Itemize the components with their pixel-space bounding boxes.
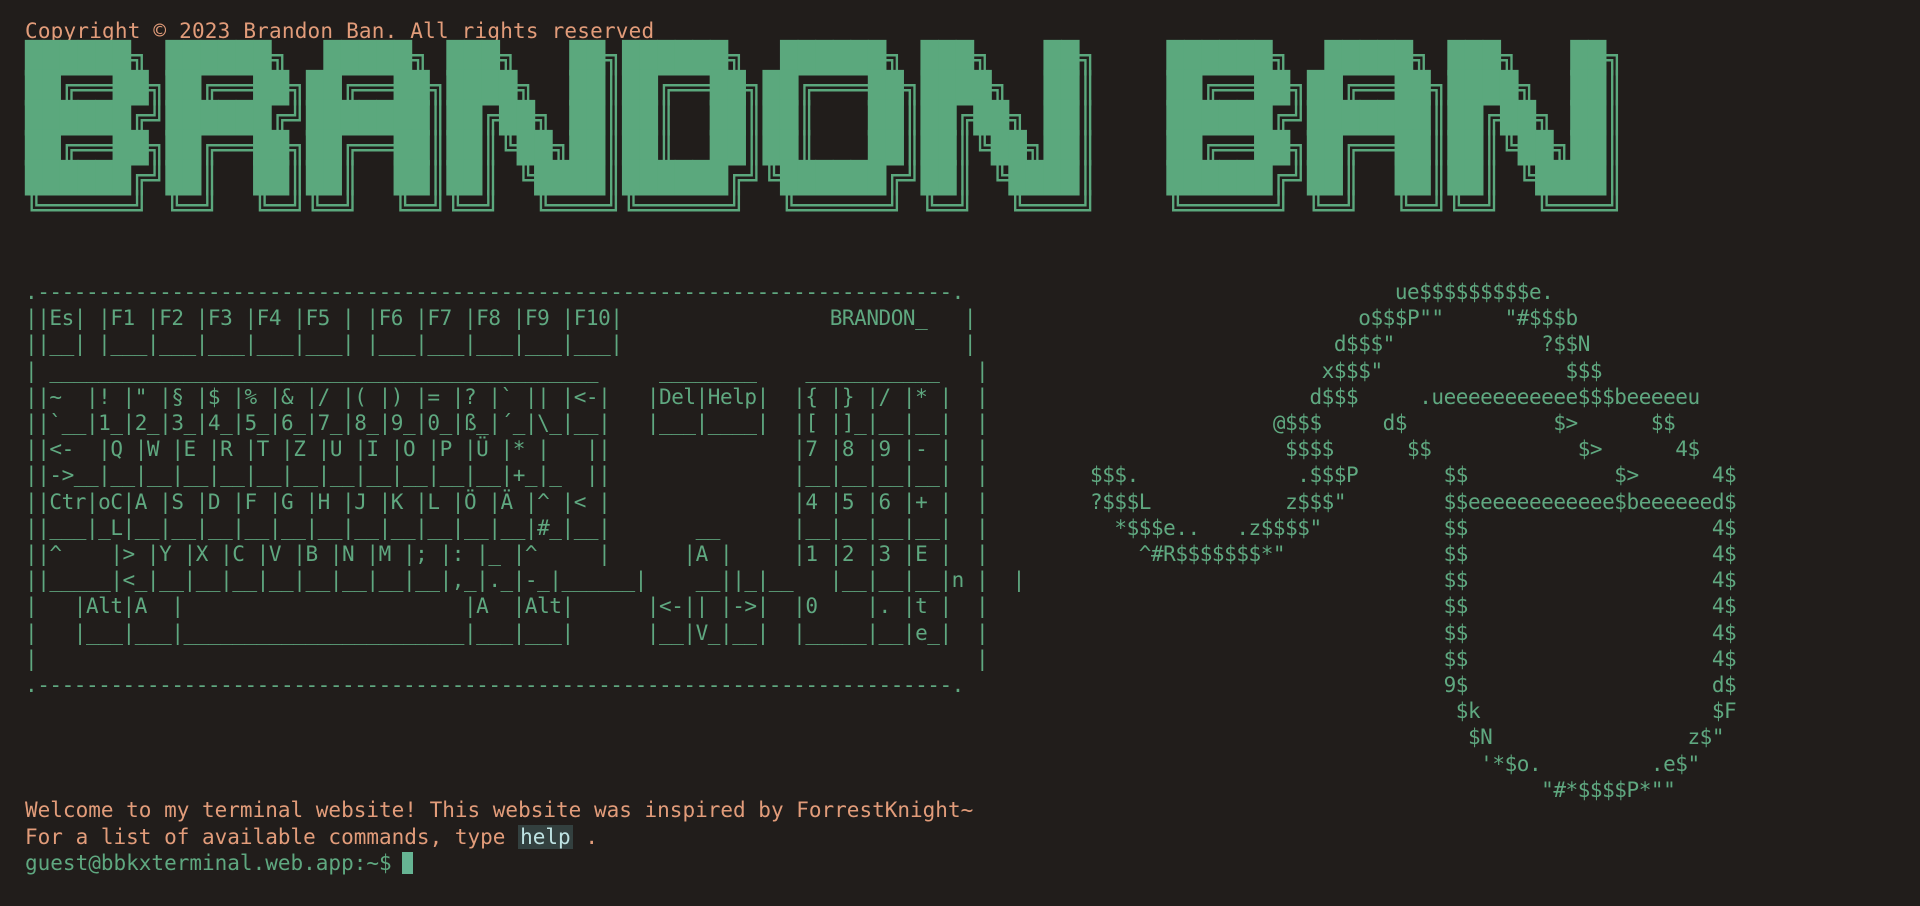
help-hint-line: For a list of available commands, type h… [25,824,973,851]
prompt-text: guest@bbkxterminal.web.app:~$ [25,851,392,875]
emblem-ascii-art: ue$$$$$$$$$e. o$$$P"" "#$$$b d$$$" ?$$N … [1090,280,1737,802]
name-banner-ascii-art: ██████╗ ██████╗ █████╗ ███╗ ██╗██████╗ █… [25,41,1624,226]
welcome-message: Welcome to my terminal website! This web… [25,797,973,850]
help-hint-prefix: For a list of available commands, type [25,824,519,849]
terminal-prompt-line[interactable]: guest@bbkxterminal.web.app:~$ [25,850,413,876]
help-hint-suffix: . [572,824,598,849]
terminal-cursor [401,852,413,874]
welcome-line: Welcome to my terminal website! This web… [25,798,974,822]
keyboard-ascii-art: .---------------------------------------… [25,280,1025,698]
help-command[interactable]: help [518,824,573,849]
